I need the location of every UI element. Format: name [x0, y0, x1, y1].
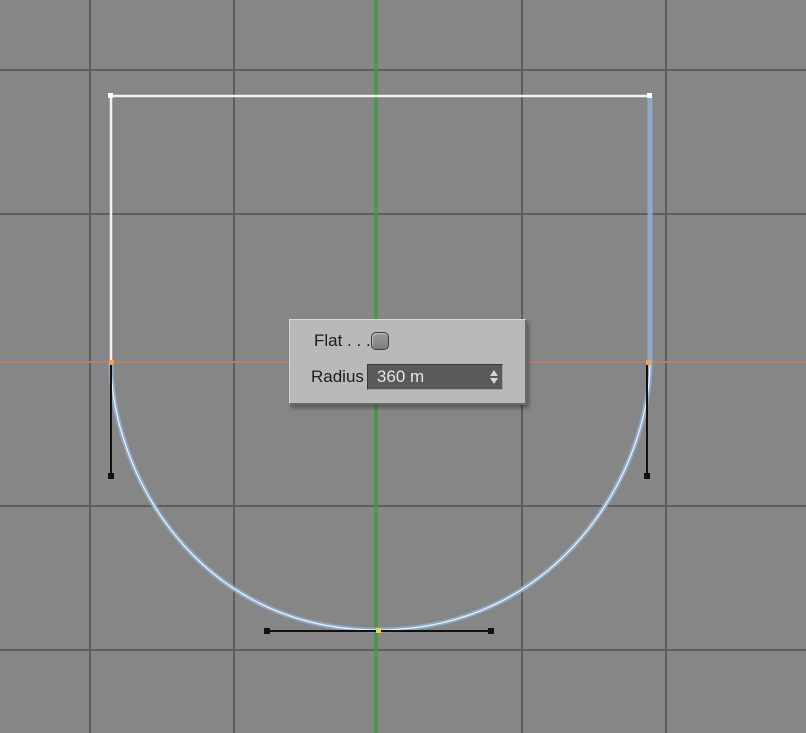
handle-knob-left[interactable]	[108, 473, 114, 479]
flat-label: Flat . . .	[314, 331, 371, 350]
radius-value[interactable]: 360 m	[377, 367, 424, 387]
tool-options-panel: Flat . . . Radius 360 m	[289, 319, 527, 405]
control-point[interactable]	[646, 360, 651, 365]
handle-knob-bottom-left[interactable]	[264, 628, 270, 634]
arrow-down-icon[interactable]	[489, 378, 498, 384]
flat-checkbox[interactable]	[370, 332, 389, 350]
arrow-up-icon[interactable]	[489, 370, 498, 376]
up-down-arrows-icon[interactable]	[489, 369, 498, 385]
radius-input[interactable]: 360 m	[366, 364, 503, 390]
flat-option-row: Flat . . .	[290, 328, 389, 354]
control-point[interactable]	[109, 360, 114, 365]
control-point[interactable]	[647, 93, 652, 98]
radius-option-row: Radius 360 m	[290, 364, 503, 390]
radius-label: Radius	[311, 367, 364, 386]
control-point[interactable]	[376, 628, 381, 633]
control-point[interactable]	[108, 93, 113, 98]
handle-knob-right[interactable]	[644, 473, 650, 479]
handle-knob-bottom-right[interactable]	[488, 628, 494, 634]
